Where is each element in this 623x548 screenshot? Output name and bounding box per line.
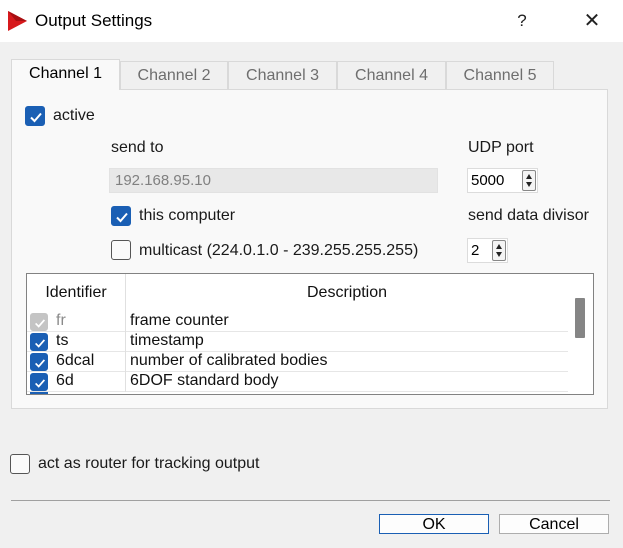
close-icon: ✕ [583,10,601,32]
ip-address-input[interactable]: 192.168.95.10 [109,168,438,193]
close-button[interactable]: ✕ [574,6,610,36]
cancel-button[interactable]: Cancel [499,514,609,534]
divisor-stepper[interactable] [492,240,506,261]
arrow-up-icon[interactable] [496,244,502,249]
tab-channel-3[interactable]: Channel 3 [228,61,337,89]
window-title: Output Settings [35,11,153,30]
row-checkbox[interactable] [30,373,48,391]
multicast-checkbox[interactable] [111,240,131,260]
router-label: act as router for tracking output [38,455,260,472]
arrow-up-icon[interactable] [526,174,532,179]
udp-port-value: 5000 [471,172,505,189]
partial-row-checkbox [30,392,48,394]
send-to-label: send to [111,139,164,156]
table-row: fr frame counter [27,312,568,332]
checkmark-icon [116,212,128,223]
app-logo-icon [6,10,28,32]
scrollbar-thumb[interactable] [575,298,585,338]
checkmark-icon [35,319,46,328]
row-description: timestamp [130,332,204,349]
column-header-identifier[interactable]: Identifier [27,274,126,312]
help-button[interactable]: ? [507,6,537,36]
tab-channel-4[interactable]: Channel 4 [337,61,446,89]
multicast-label: multicast (224.0.1.0 - 239.255.255.255) [139,242,419,259]
divider [11,500,610,501]
this-computer-checkbox[interactable] [111,206,131,226]
tab-channel-2[interactable]: Channel 2 [120,61,228,89]
row-identifier: ts [56,332,69,349]
udp-port-stepper[interactable] [522,170,536,191]
divisor-spinbox[interactable]: 2 [467,238,508,263]
arrow-down-icon[interactable] [526,182,532,187]
tab-channel-1[interactable]: Channel 1 [11,59,120,90]
table-row: 6dcal number of calibrated bodies [27,352,568,372]
active-checkbox[interactable] [25,106,45,126]
checkmark-icon [35,339,46,348]
this-computer-label: this computer [139,207,236,224]
table-row: ts timestamp [27,332,568,352]
row-identifier: 6dcal [56,352,95,369]
output-components-table: Identifier Description fr frame counter … [26,273,594,395]
active-label: active [53,107,95,124]
udp-port-label: UDP port [468,139,534,156]
arrow-down-icon[interactable] [496,252,502,257]
checkmark-icon [30,112,42,123]
row-identifier: 6d [56,372,74,389]
row-description: number of calibrated bodies [130,352,328,369]
checkmark-icon [35,379,46,388]
router-checkbox[interactable] [10,454,30,474]
row-description: frame counter [130,312,229,329]
udp-port-spinbox[interactable]: 5000 [467,168,538,193]
row-checkbox [30,313,48,331]
tab-channel-5[interactable]: Channel 5 [446,61,554,89]
send-data-divisor-label: send data divisor [468,207,589,224]
table-row: 6d 6DOF standard body [27,372,568,392]
row-description: 6DOF standard body [130,372,279,389]
row-identifier: fr [56,312,66,329]
divisor-value: 2 [471,242,480,259]
ok-button[interactable]: OK [379,514,489,534]
checkmark-icon [35,359,46,368]
row-checkbox[interactable] [30,353,48,371]
row-checkbox[interactable] [30,333,48,351]
column-header-description[interactable]: Description [126,274,568,312]
